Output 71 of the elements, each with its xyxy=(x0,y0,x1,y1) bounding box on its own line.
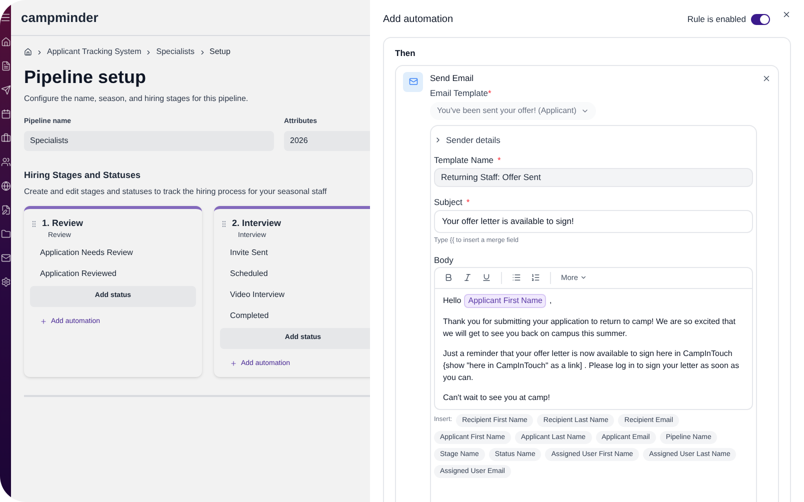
required-mark: * xyxy=(488,86,492,98)
nav-icon[interactable] xyxy=(0,37,10,47)
menu-icon[interactable] xyxy=(0,12,11,23)
body-text: Can't wait to see you at camp! xyxy=(443,392,550,404)
nav-icon[interactable] xyxy=(0,205,10,215)
rule-toggle[interactable] xyxy=(751,14,770,25)
pipeline-name-field[interactable]: Specialists xyxy=(24,130,274,150)
plus-icon xyxy=(230,360,237,368)
nav-icon[interactable] xyxy=(0,253,10,263)
required-mark: * xyxy=(498,154,501,166)
home-icon[interactable] xyxy=(24,48,32,56)
email-icon xyxy=(403,72,423,92)
nav-icon[interactable] xyxy=(0,277,10,287)
nav-icon[interactable] xyxy=(0,181,10,191)
body-text: Hello xyxy=(443,294,462,306)
field-label: Body xyxy=(434,254,454,266)
section-description: Create and edit stages and statuses to track the hiring process for your seasonal staff xyxy=(24,186,328,198)
breadcrumb-link[interactable]: Applicant Tracking System xyxy=(47,46,142,58)
status-item[interactable]: Application Needs Review xyxy=(40,247,196,259)
status-item[interactable]: Application Reviewed xyxy=(40,268,196,280)
nav-icon[interactable] xyxy=(0,157,10,167)
underline-icon[interactable] xyxy=(482,273,491,282)
bullet-list-icon[interactable] xyxy=(512,273,521,282)
template-name-field[interactable]: Returning Staff: Offer Sent xyxy=(434,168,753,186)
status-item[interactable]: Invite Sent xyxy=(230,247,370,259)
field-label: Subject xyxy=(434,196,462,208)
chevron-icon xyxy=(36,48,43,56)
logo-text: campminder xyxy=(21,8,98,27)
status-item[interactable]: Video Interview xyxy=(230,289,370,301)
chevron-icon xyxy=(145,48,152,56)
required-mark: * xyxy=(466,196,470,208)
bold-icon[interactable] xyxy=(444,273,453,282)
page-subtitle: Configure the name, season, and hiring stages for this pipeline. xyxy=(24,93,250,105)
close-icon[interactable] xyxy=(762,74,771,83)
toggle-label: Rule is enabled xyxy=(687,13,746,26)
breadcrumb-link[interactable]: Setup xyxy=(210,46,230,58)
drawer-title: Add automation xyxy=(383,13,454,27)
attributes-field[interactable]: 2026 xyxy=(284,130,370,150)
section-title: Hiring Stages and Statuses xyxy=(24,168,142,182)
nav-icon[interactable] xyxy=(0,85,10,95)
body-text: Thank you for submitting your application to return to camp! We are so excited that we will get to see you back on campus this summer. xyxy=(443,316,736,340)
nav-icon[interactable] xyxy=(0,109,10,119)
nav-icon[interactable] xyxy=(0,61,10,71)
body-text: , xyxy=(549,294,552,306)
stage-title: 2. Interview xyxy=(232,217,282,230)
section-title: Then xyxy=(395,47,416,60)
close-icon[interactable] xyxy=(782,10,791,19)
action-title: Send Email xyxy=(430,72,474,84)
body-editor[interactable] xyxy=(434,266,753,410)
field-label: Template Name xyxy=(434,154,494,166)
page-title: Pipeline setup xyxy=(24,66,148,89)
caret-icon xyxy=(434,136,442,144)
status-item[interactable]: Scheduled xyxy=(230,268,370,280)
subject-field[interactable]: Your offer letter is available to sign! xyxy=(434,210,753,232)
drag-handle-icon[interactable] xyxy=(220,220,228,228)
drag-handle-icon[interactable] xyxy=(30,220,38,228)
nav-icon[interactable] xyxy=(0,133,10,143)
italic-icon[interactable] xyxy=(463,273,472,282)
stage-title: 1. Review xyxy=(42,217,84,230)
field-label: Email Template xyxy=(430,86,488,98)
body-text: Just a reminder that your offer letter is now available to sign here in CampInTouch {show "here in CampInTouch" as a link] . Please log in to sign your letter as soon as you can. xyxy=(443,348,740,384)
chevron-icon xyxy=(198,48,206,56)
status-item[interactable]: Completed xyxy=(230,310,370,322)
merge-field-tag[interactable]: Applicant First Name xyxy=(464,294,546,308)
nav-icon[interactable] xyxy=(0,229,10,239)
caret-icon xyxy=(580,274,588,281)
sender-details-toggle[interactable]: Sender details xyxy=(434,134,753,146)
plus-icon xyxy=(40,318,47,326)
breadcrumb-link[interactable]: Specialists xyxy=(156,46,195,58)
numbered-list-icon[interactable] xyxy=(531,273,540,282)
template-select[interactable]: You've been sent your offer! (Applicant) xyxy=(430,102,596,120)
